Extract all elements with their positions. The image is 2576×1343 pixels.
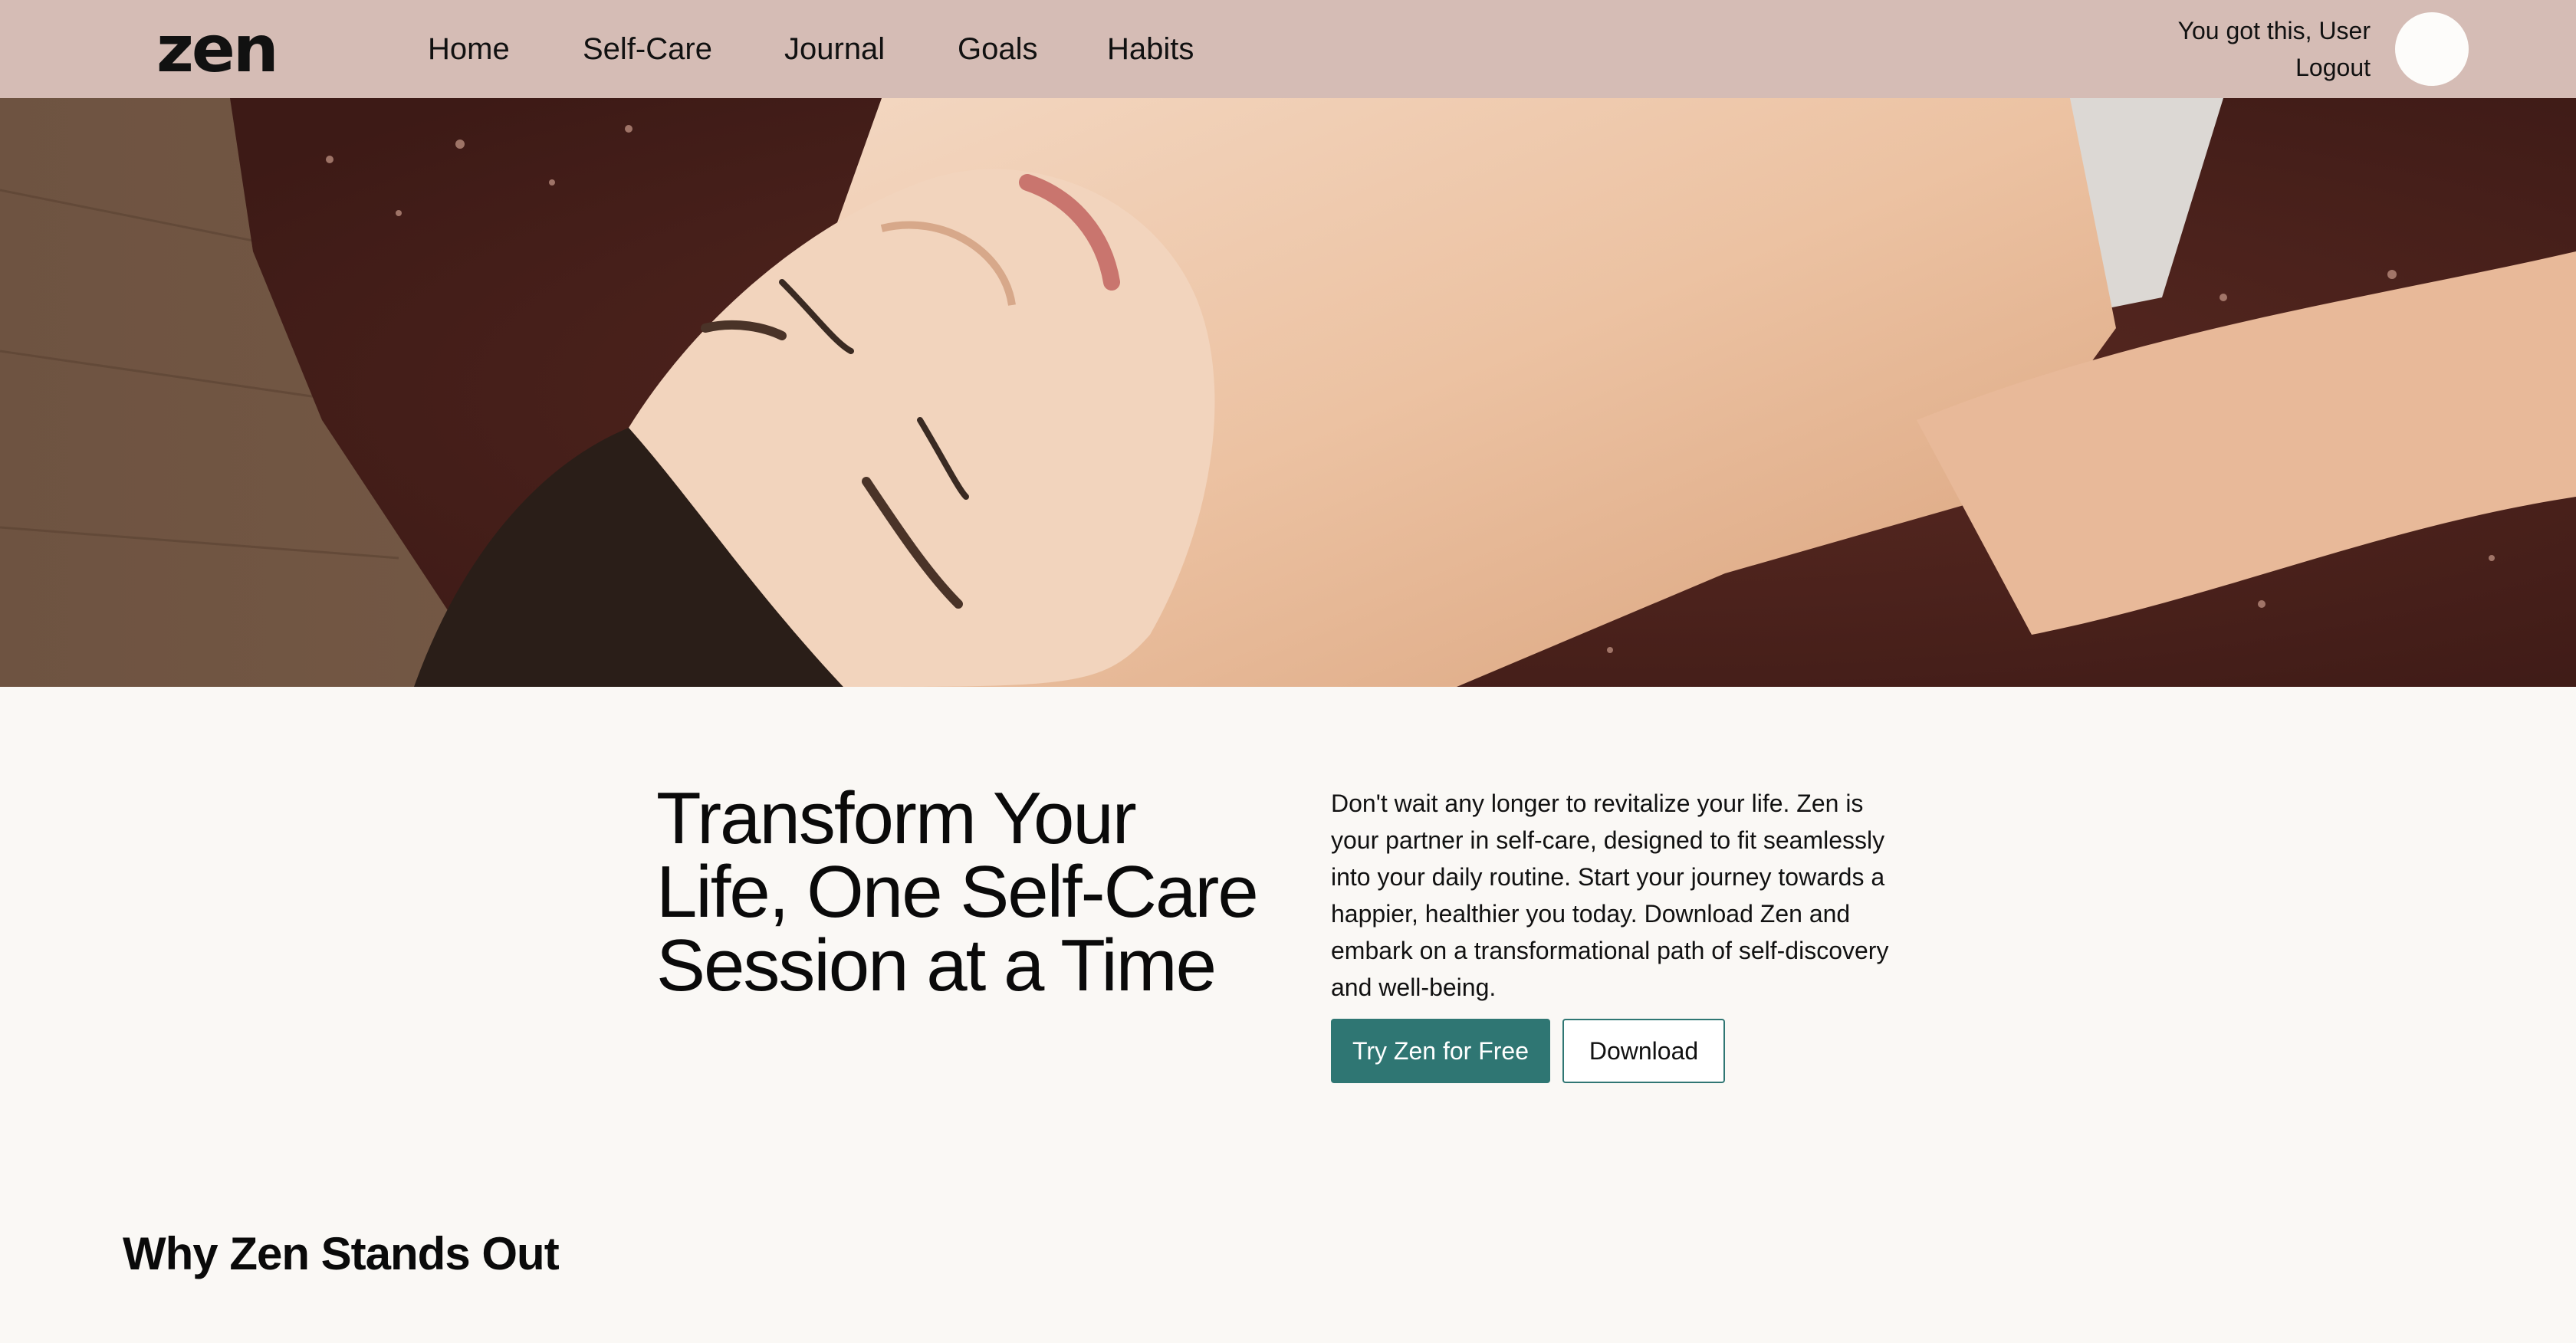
nav-item-self-care[interactable]: Self-Care (583, 29, 712, 69)
nav-item-habits[interactable]: Habits (1107, 29, 1194, 69)
download-button[interactable]: Download (1562, 1019, 1725, 1083)
features-section-title: Why Zen Stands Out (123, 1228, 560, 1279)
logout-link[interactable]: Logout (2295, 52, 2371, 83)
user-greeting: You got this, User (2177, 17, 2371, 44)
try-zen-free-button[interactable]: Try Zen for Free (1331, 1019, 1550, 1083)
nav-item-goals[interactable]: Goals (958, 29, 1038, 69)
zen-logo[interactable]: zen (156, 17, 279, 81)
hero-description: Don't wait any longer to revitalize your… (1331, 790, 1889, 1001)
nav-item-journal[interactable]: Journal (784, 29, 885, 69)
user-avatar[interactable] (2395, 12, 2469, 86)
hero-photo-icon (0, 98, 2576, 687)
nav-item-home[interactable]: Home (428, 29, 510, 69)
top-nav-bar: zen Home Self-Care Journal Goals Habits … (0, 0, 2576, 98)
hero-image (0, 98, 2576, 687)
hero-headline: Transform Your Life, One Self-Care Sessi… (656, 777, 1259, 1006)
